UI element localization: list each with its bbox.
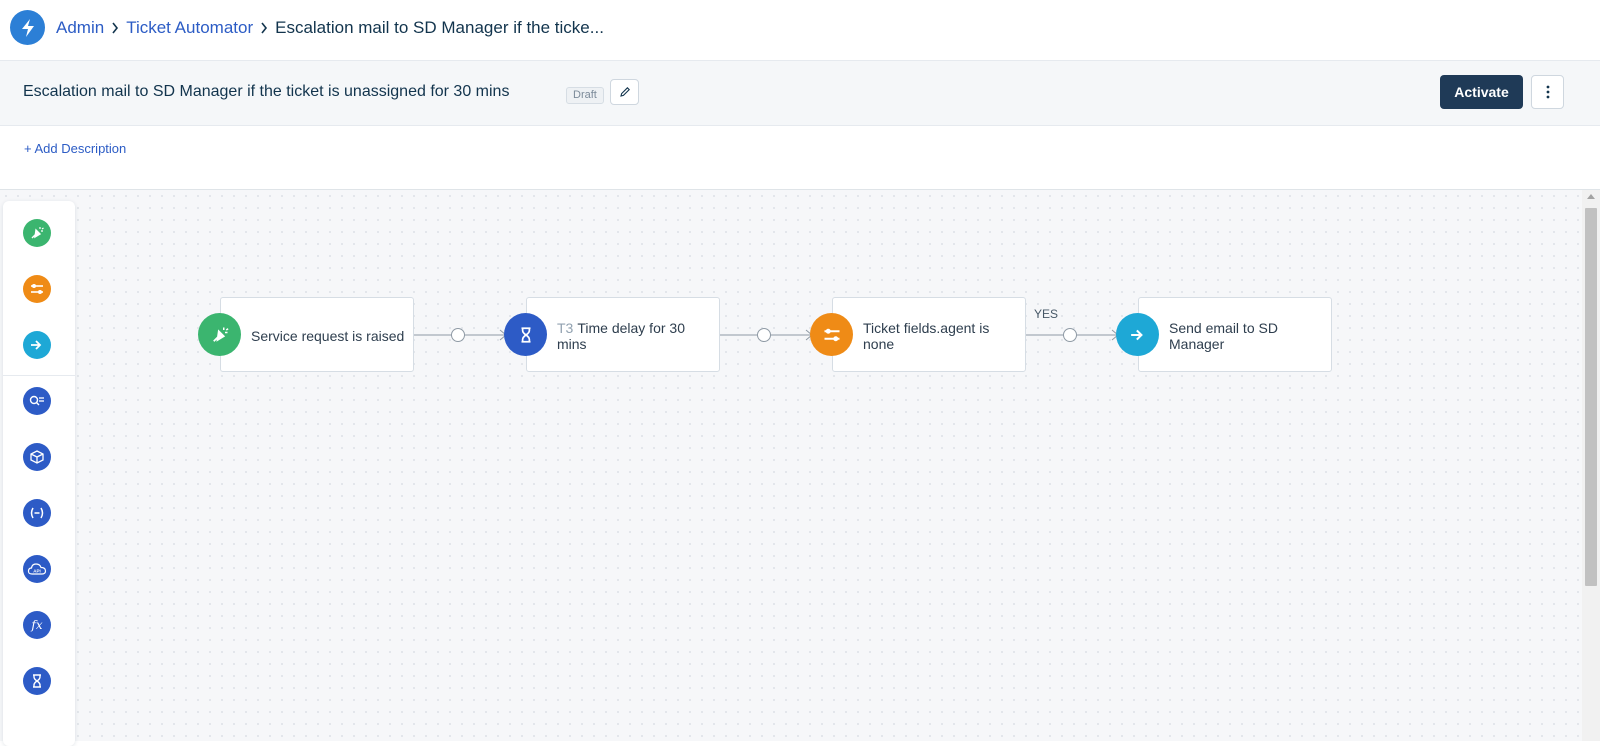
node-label: Service request is raised — [251, 327, 405, 344]
flow-node-time-delay[interactable]: T3 Time delay for 30 mins — [526, 297, 720, 372]
flow-node-condition[interactable]: Ticket fields.agent is none — [832, 297, 1026, 372]
branch-yes-label: YES — [1034, 307, 1059, 321]
event-icon[interactable] — [198, 313, 241, 356]
node-label: Send email to SD Manager — [1169, 319, 1278, 352]
add-step-connector-3 — [1063, 328, 1077, 342]
flow-node-send-email[interactable]: Send email to SD Manager — [1138, 297, 1332, 372]
action-icon[interactable] — [1116, 313, 1159, 356]
condition-icon[interactable] — [810, 313, 853, 356]
node-label-text: Time delay for 30 mins — [557, 319, 685, 352]
add-step-connector-1 — [451, 328, 465, 342]
timer-icon[interactable] — [504, 313, 547, 356]
node-label: Ticket fields.agent is none — [863, 319, 990, 352]
flow-node-service-request[interactable]: Service request is raised — [220, 297, 414, 372]
add-step-connector-2 — [757, 328, 771, 342]
node-step-prefix: T3 — [557, 319, 574, 336]
node-label: T3 Time delay for 30 mins — [557, 298, 717, 373]
